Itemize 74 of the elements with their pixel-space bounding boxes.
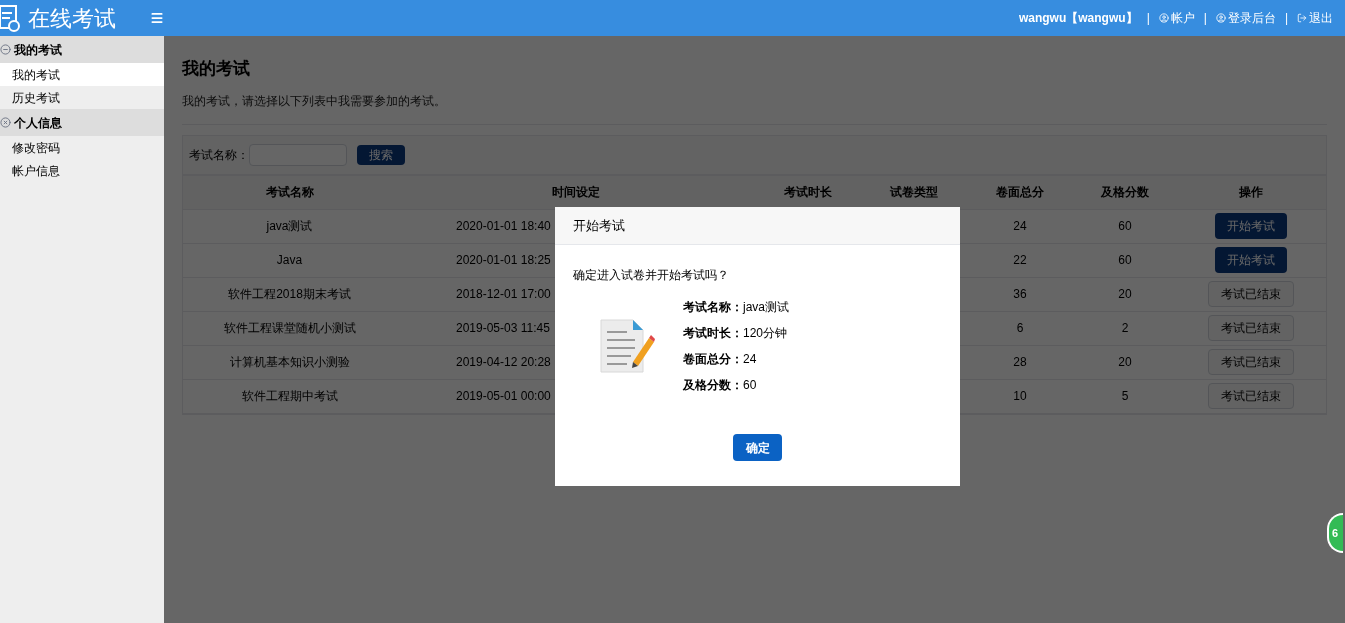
table-cell-text: 60 — [1117, 252, 1133, 269]
sidebar-item[interactable]: 我的考试 — [0, 63, 164, 86]
close-circle-icon — [0, 117, 11, 128]
separator: | — [1146, 10, 1150, 27]
exam-ended-button[interactable]: 考试已结束 — [1208, 281, 1294, 307]
table-cell: 2020-01-01 18:40 — [456, 219, 551, 233]
header-link[interactable]: 帐户 — [1158, 9, 1195, 27]
page-title: 我的考试 — [182, 58, 251, 80]
table-cell-text: 36 — [1012, 286, 1028, 303]
collapse-icon — [0, 44, 11, 55]
field-value: 60 — [743, 377, 757, 394]
table-cell-text: 22 — [1012, 252, 1028, 269]
logout-icon — [1297, 13, 1307, 23]
table-cell-text: 软件工程2018期末考试 — [227, 286, 352, 303]
table-cell-text: 28 — [1012, 354, 1028, 371]
exam-ended-button[interactable]: 考试已结束 — [1208, 349, 1294, 375]
dialog-title: 开始考试 — [573, 216, 625, 235]
field-value: 24 — [743, 351, 757, 368]
document-pencil-icon — [599, 318, 655, 374]
sidebar-group-header[interactable]: 个人信息 — [0, 109, 164, 136]
sidebar-item[interactable]: 历史考试 — [0, 86, 164, 109]
search-button[interactable]: 搜索 — [357, 144, 405, 165]
table-cell-text: 24 — [1012, 218, 1028, 235]
field-value: 120分钟 — [743, 325, 788, 342]
field-label: 考试名称： — [683, 299, 743, 316]
table-cell-text: 20 — [1117, 286, 1133, 303]
table-cell-text: 2 — [1120, 320, 1130, 337]
table-cell-text: 10 — [1012, 388, 1028, 405]
column-header: 及格分数 — [1100, 184, 1150, 201]
column-header: 考试时长 — [783, 184, 833, 201]
table-cell: 2019-05-01 00:00 — [456, 389, 551, 403]
sidebar-item[interactable]: 帐户信息 — [0, 159, 164, 182]
user-icon — [1158, 13, 1169, 23]
user-name: wangwu【wangwu】 — [1018, 10, 1138, 27]
confirm-button[interactable]: 确定 — [733, 434, 782, 461]
exam-ended-button[interactable]: 考试已结束 — [1208, 315, 1294, 341]
table-cell-text: java测试 — [265, 218, 314, 235]
table-cell-text: Java — [275, 252, 304, 269]
column-header: 考试名称 — [264, 184, 315, 201]
column-header: 卷面总分 — [995, 184, 1045, 201]
table-cell-text: 6 — [1015, 320, 1025, 337]
field-label: 考试时长： — [683, 325, 743, 342]
sidebar-group-header[interactable]: 我的考试 — [0, 36, 164, 63]
separator: | — [1203, 10, 1207, 27]
column-header: 试卷类型 — [889, 184, 939, 201]
start-exam-button[interactable]: 开始考试 — [1215, 247, 1287, 273]
exam-ended-button[interactable]: 考试已结束 — [1208, 383, 1294, 409]
page-subtitle: 我的考试，请选择以下列表中我需要参加的考试。 — [182, 91, 1327, 125]
table-cell-text: 60 — [1117, 218, 1133, 235]
table-cell: 2019-04-12 20:28 — [456, 355, 551, 369]
table-cell: 2020-01-01 18:25 — [456, 253, 551, 267]
table-cell: 2019-05-03 11:45 — [456, 321, 550, 335]
app-title: 在线考试 — [28, 4, 116, 33]
column-header: 时间设定 — [551, 184, 601, 201]
table-cell-text: 软件工程期中考试 — [240, 388, 339, 405]
search-label: 考试名称： — [189, 146, 249, 164]
table-cell-text: 20 — [1117, 354, 1133, 371]
menu-icon[interactable] — [150, 11, 164, 25]
floating-badge[interactable]: 6 — [1327, 513, 1343, 553]
field-label: 卷面总分： — [683, 351, 743, 368]
field-value: java测试 — [743, 299, 789, 316]
column-header: 操作 — [1238, 184, 1264, 201]
table-cell: 2018-12-01 17:00 — [456, 287, 551, 301]
logout-link[interactable]: 退出 — [1297, 9, 1333, 27]
table-cell-text: 5 — [1120, 388, 1130, 405]
table-cell-text: 计算机基本知识小测验 — [228, 354, 351, 371]
sidebar-item[interactable]: 修改密码 — [0, 136, 164, 159]
start-exam-button[interactable]: 开始考试 — [1215, 213, 1287, 239]
separator: | — [1284, 10, 1288, 27]
user-icon — [1215, 13, 1226, 23]
dialog-question: 确定进入试卷并开始考试吗？ — [572, 267, 730, 284]
header-link[interactable]: 登录后台 — [1215, 9, 1276, 27]
table-cell-text: 软件工程课堂随机小测试 — [222, 320, 357, 337]
field-label: 及格分数： — [683, 377, 743, 394]
